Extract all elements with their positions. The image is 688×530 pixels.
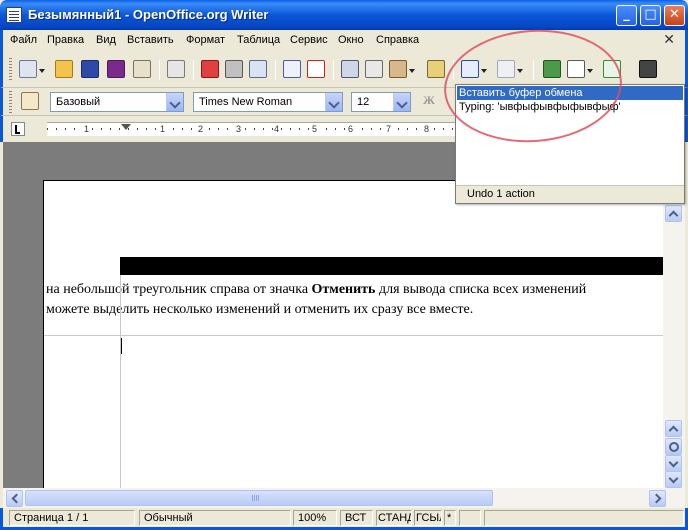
status-zoom[interactable]: 100%	[293, 510, 337, 526]
save-icon[interactable]	[81, 60, 99, 78]
title-bar: Безымянный1 - OpenOffice.org Writer _ □ …	[0, 0, 688, 30]
autospellcheck-icon[interactable]	[307, 60, 325, 78]
maximize-button[interactable]: □	[640, 5, 661, 26]
toolbar-separator	[193, 60, 194, 80]
menu-edit[interactable]: Правка	[47, 34, 84, 46]
ruler-tick: 2	[197, 124, 205, 134]
text-line-2: можете выделить несколько изменений и от…	[46, 302, 474, 317]
status-hyperlink-mode[interactable]: ГСЫЛ	[414, 510, 442, 526]
tab-stop-icon[interactable]	[11, 122, 25, 136]
status-signature[interactable]	[459, 510, 481, 526]
ruler-tick: 7	[385, 124, 393, 134]
status-page[interactable]: Страница 1 / 1	[9, 510, 135, 526]
horizontal-scroll-thumb[interactable]	[25, 490, 493, 506]
scroll-left-button[interactable]	[6, 490, 23, 507]
document-page[interactable]: на небольшой треугольник справа от значк…	[43, 180, 663, 488]
image-band	[120, 257, 663, 275]
status-bar: Страница 1 / 1 Обычный 100% ВСТ СТАНД ГС…	[0, 508, 688, 530]
vertical-scrollbar[interactable]	[663, 204, 685, 488]
menu-file[interactable]: Файл	[10, 34, 37, 46]
email-icon[interactable]	[133, 60, 151, 78]
edit-file-icon[interactable]	[167, 60, 185, 78]
print-preview-icon[interactable]	[249, 60, 267, 78]
export-pdf-icon[interactable]	[201, 60, 219, 78]
ruler-tick: 8	[423, 124, 431, 134]
ruler-tick: 5	[311, 124, 319, 134]
status-insert-mode[interactable]: ВСТ	[340, 510, 373, 526]
paste-icon[interactable]	[389, 60, 415, 78]
previous-page-button[interactable]	[665, 420, 682, 437]
styles-formatting-icon[interactable]	[21, 92, 39, 110]
format-paintbrush-icon[interactable]	[427, 60, 445, 78]
chevron-down-icon[interactable]	[393, 93, 410, 111]
ruler-tick: 6	[347, 124, 355, 134]
chevron-down-icon[interactable]	[166, 93, 183, 111]
menu-format[interactable]: Формат	[186, 34, 225, 46]
print-icon[interactable]	[225, 60, 243, 78]
menu-tools[interactable]: Сервис	[290, 34, 328, 46]
font-name-combo[interactable]: Times New Roman	[193, 92, 343, 112]
open-folder-icon[interactable]	[55, 60, 73, 78]
status-page-style[interactable]: Обычный	[139, 510, 291, 526]
toolbar-separator	[333, 60, 334, 80]
toolbar-separator	[275, 60, 276, 80]
ruler-tick: 1	[83, 124, 91, 134]
copy-icon[interactable]	[365, 60, 383, 78]
menu-table[interactable]: Таблица	[237, 34, 280, 46]
new-document-icon[interactable]	[19, 60, 45, 78]
undo-count-label: Undo 1 action	[456, 185, 684, 203]
font-size-value: 12	[357, 96, 370, 108]
text-boundary	[44, 335, 663, 336]
ruler-tick: 3	[235, 124, 243, 134]
menu-help[interactable]: Справка	[376, 34, 419, 46]
ruler-tick: 4	[273, 124, 281, 134]
menu-view[interactable]: Вид	[96, 34, 116, 46]
cut-icon[interactable]	[341, 60, 359, 78]
toolbar-grip[interactable]	[9, 91, 12, 113]
paragraph-style-value: Базовый	[56, 96, 101, 108]
ruler-tick: 1	[159, 124, 167, 134]
indent-marker[interactable]	[121, 124, 131, 130]
text-boundary	[120, 275, 121, 488]
status-modified[interactable]: *	[444, 510, 456, 526]
navigation-button[interactable]	[665, 438, 682, 455]
scroll-right-button[interactable]	[649, 490, 666, 507]
document-text[interactable]: на небольшой треугольник справа от значк…	[46, 280, 663, 320]
status-info	[484, 510, 684, 526]
paragraph-style-combo[interactable]: Базовый	[50, 92, 184, 112]
scroll-up-button[interactable]	[665, 205, 682, 222]
minimize-button[interactable]: _	[616, 5, 637, 26]
next-page-button[interactable]	[665, 455, 682, 472]
writer-document-icon	[6, 7, 22, 23]
bold-button[interactable]: Ж	[423, 93, 435, 108]
menu-insert[interactable]: Вставить	[127, 34, 174, 46]
font-size-combo[interactable]: 12	[351, 92, 411, 112]
close-document-button[interactable]: ✕	[663, 32, 675, 48]
close-window-button[interactable]: ✕	[664, 5, 685, 26]
scroll-down-button[interactable]	[665, 471, 682, 488]
bold-word: Отменить	[311, 282, 376, 297]
save-as-icon[interactable]	[107, 60, 125, 78]
toolbar-separator	[159, 60, 160, 80]
spellcheck-icon[interactable]	[283, 60, 301, 78]
chevron-down-icon[interactable]	[325, 93, 342, 111]
toolbar-grip[interactable]	[9, 58, 12, 80]
font-name-value: Times New Roman	[199, 96, 293, 108]
horizontal-scrollbar[interactable]	[3, 488, 685, 508]
menu-window[interactable]: Окно	[338, 34, 364, 46]
status-selection-mode[interactable]: СТАНД	[376, 510, 412, 526]
text-cursor	[121, 338, 122, 354]
text-line-1: на небольшой треугольник справа от значк…	[46, 282, 587, 297]
window-title: Безымянный1 - OpenOffice.org Writer	[28, 7, 269, 22]
find-replace-icon[interactable]	[639, 60, 657, 78]
